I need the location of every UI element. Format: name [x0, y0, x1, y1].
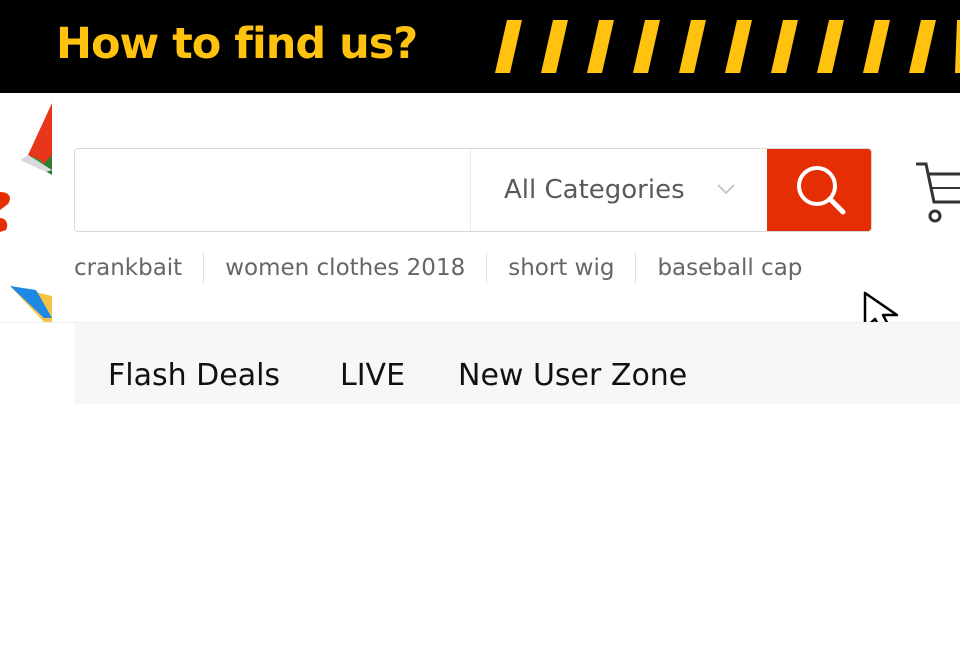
search-input[interactable] — [75, 149, 470, 231]
search-button[interactable] — [767, 149, 871, 231]
search-icon — [797, 166, 846, 215]
nav-flash-deals[interactable]: Flash Deals — [108, 354, 280, 398]
chevron-down-icon — [717, 184, 735, 195]
site-logo[interactable] — [0, 100, 56, 325]
keyword-divider — [635, 253, 637, 283]
promo-banner: How to find us? — [0, 0, 960, 93]
hot-keyword-link[interactable]: short wig — [508, 250, 614, 286]
keyword-divider — [486, 253, 488, 283]
hazard-stripes — [495, 20, 960, 73]
keyword-divider — [203, 253, 205, 283]
hot-keywords: crankbait women clothes 2018 short wig base… — [74, 250, 802, 286]
hot-keyword-link[interactable]: baseball cap — [657, 250, 802, 286]
category-label: All Categories — [504, 175, 685, 205]
category-select[interactable]: All Categories — [470, 149, 767, 231]
search-bar: All Categories — [74, 148, 872, 232]
cart-icon[interactable] — [914, 158, 960, 228]
main-nav: Flash Deals LIVE New User Zone — [74, 323, 960, 404]
hot-keyword-link[interactable]: women clothes 2018 — [225, 250, 465, 286]
hot-keyword-link[interactable]: crankbait — [74, 250, 182, 286]
nav-new-user-zone[interactable]: New User Zone — [458, 354, 687, 398]
nav-live[interactable]: LIVE — [340, 354, 405, 398]
